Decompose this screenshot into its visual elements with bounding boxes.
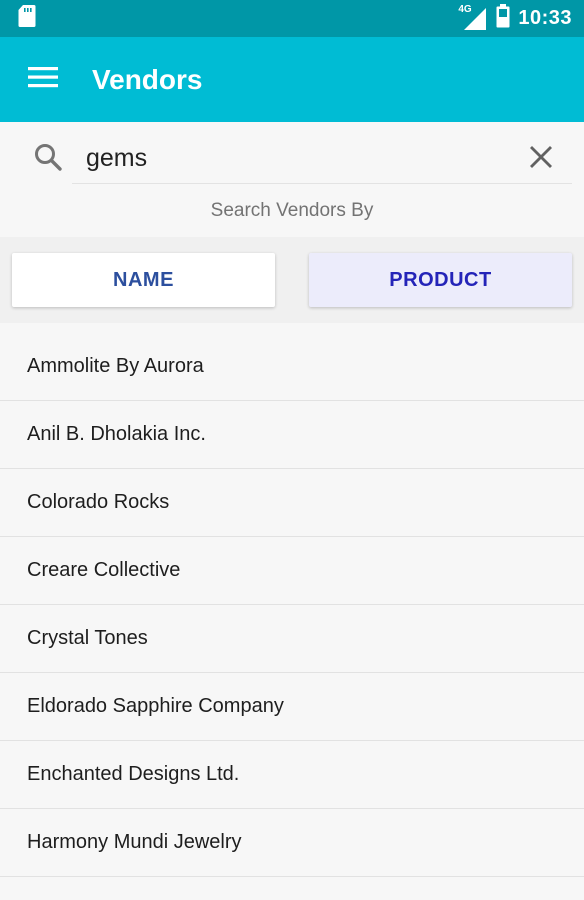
status-right: 4G 10:33	[458, 4, 572, 33]
app-bar: Vendors	[0, 37, 584, 122]
search-type-toggle: NAME PRODUCT	[0, 237, 584, 323]
list-item[interactable]: Harmony Mundi Jewelry	[0, 809, 584, 877]
list-item[interactable]: Crystal Tones	[0, 605, 584, 673]
clear-search-button[interactable]	[526, 142, 556, 177]
list-item[interactable]: Creare Collective	[0, 537, 584, 605]
list-item[interactable]: Colorado Rocks	[0, 469, 584, 537]
product-toggle-button[interactable]: PRODUCT	[309, 253, 572, 307]
search-by-label: Search Vendors By	[210, 200, 374, 221]
search-bar	[0, 122, 584, 192]
search-icon	[33, 142, 63, 177]
signal-icon: 4G	[458, 4, 488, 32]
menu-button[interactable]	[0, 37, 84, 122]
close-icon	[530, 146, 552, 168]
battery-icon	[496, 4, 510, 33]
status-left	[18, 4, 36, 33]
sd-card-icon	[18, 4, 36, 33]
status-bar: 4G 10:33	[0, 0, 584, 37]
list-item[interactable]: Enchanted Designs Ltd.	[0, 741, 584, 809]
list-item[interactable]: Ammolite By Aurora	[0, 333, 584, 401]
hamburger-menu-icon	[28, 66, 58, 93]
list-item[interactable]: Anil B. Dholakia Inc.	[0, 401, 584, 469]
name-toggle-button[interactable]: NAME	[12, 253, 275, 307]
vendor-list: Ammolite By Aurora Anil B. Dholakia Inc.…	[0, 333, 584, 900]
list-item[interactable]: Eldorado Sapphire Company	[0, 673, 584, 741]
status-time: 10:33	[518, 7, 572, 29]
page-title: Vendors	[92, 63, 203, 95]
search-input[interactable]	[72, 134, 572, 184]
